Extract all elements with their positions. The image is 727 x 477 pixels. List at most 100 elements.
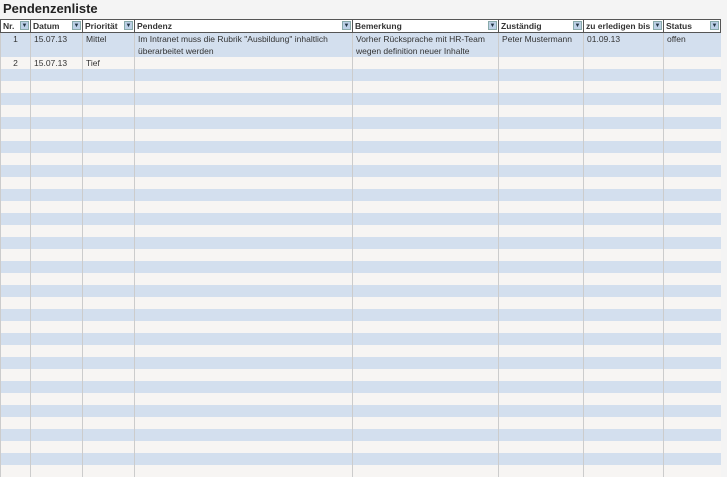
cell-datum[interactable]	[30, 273, 83, 285]
cell-prioritaet[interactable]	[82, 465, 135, 477]
cell-prioritaet[interactable]	[82, 429, 135, 441]
cell-prioritaet[interactable]	[82, 81, 135, 93]
filter-dropdown-icon[interactable]: ▼	[72, 21, 81, 30]
cell-nr[interactable]	[0, 273, 31, 285]
cell-datum[interactable]	[30, 381, 83, 393]
cell-bis[interactable]	[583, 321, 664, 333]
cell-pendenz[interactable]	[134, 189, 353, 201]
cell-nr[interactable]	[0, 117, 31, 129]
cell-prioritaet[interactable]	[82, 405, 135, 417]
cell-status[interactable]	[663, 189, 721, 201]
cell-datum[interactable]	[30, 369, 83, 381]
cell-nr[interactable]	[0, 93, 31, 105]
cell-bis[interactable]	[583, 165, 664, 177]
cell-pendenz[interactable]	[134, 453, 353, 465]
cell-status[interactable]	[663, 153, 721, 165]
cell-status[interactable]	[663, 417, 721, 429]
cell-status[interactable]	[663, 261, 721, 273]
filter-dropdown-icon[interactable]: ▼	[653, 21, 662, 30]
cell-status[interactable]	[663, 105, 721, 117]
cell-zustaendig[interactable]	[498, 273, 584, 285]
cell-pendenz[interactable]	[134, 429, 353, 441]
cell-datum[interactable]	[30, 465, 83, 477]
cell-nr[interactable]	[0, 417, 31, 429]
cell-bemerkung[interactable]	[352, 177, 499, 189]
cell-zustaendig[interactable]	[498, 285, 584, 297]
cell-bis[interactable]	[583, 369, 664, 381]
cell-status[interactable]: offen	[663, 32, 721, 57]
cell-nr[interactable]	[0, 453, 31, 465]
cell-datum[interactable]	[30, 309, 83, 321]
cell-pendenz[interactable]	[134, 261, 353, 273]
cell-bis[interactable]	[583, 333, 664, 345]
cell-status[interactable]	[663, 129, 721, 141]
cell-bis[interactable]	[583, 261, 664, 273]
cell-zustaendig[interactable]	[498, 69, 584, 81]
cell-bis[interactable]	[583, 225, 664, 237]
cell-nr[interactable]	[0, 249, 31, 261]
cell-bis[interactable]	[583, 57, 664, 69]
cell-bis[interactable]	[583, 249, 664, 261]
cell-pendenz[interactable]	[134, 285, 353, 297]
cell-datum[interactable]	[30, 285, 83, 297]
cell-datum[interactable]	[30, 177, 83, 189]
cell-prioritaet[interactable]	[82, 309, 135, 321]
cell-bemerkung[interactable]	[352, 273, 499, 285]
cell-nr[interactable]	[0, 105, 31, 117]
filter-dropdown-icon[interactable]: ▼	[20, 21, 29, 30]
cell-prioritaet[interactable]	[82, 93, 135, 105]
cell-datum[interactable]	[30, 213, 83, 225]
cell-datum[interactable]	[30, 165, 83, 177]
cell-bemerkung[interactable]	[352, 333, 499, 345]
cell-nr[interactable]	[0, 285, 31, 297]
cell-zustaendig[interactable]	[498, 189, 584, 201]
cell-bis[interactable]: 01.09.13	[583, 32, 664, 57]
cell-bemerkung[interactable]: Vorher Rücksprache mit HR-Team wegen def…	[352, 32, 499, 57]
cell-datum[interactable]	[30, 297, 83, 309]
cell-datum[interactable]	[30, 333, 83, 345]
cell-datum[interactable]	[30, 453, 83, 465]
cell-status[interactable]	[663, 201, 721, 213]
cell-bis[interactable]	[583, 189, 664, 201]
cell-nr[interactable]	[0, 237, 31, 249]
cell-nr[interactable]	[0, 261, 31, 273]
cell-prioritaet[interactable]	[82, 141, 135, 153]
cell-zustaendig[interactable]	[498, 141, 584, 153]
cell-status[interactable]	[663, 117, 721, 129]
cell-pendenz[interactable]	[134, 321, 353, 333]
cell-zustaendig[interactable]	[498, 201, 584, 213]
cell-datum[interactable]	[30, 189, 83, 201]
cell-bemerkung[interactable]	[352, 201, 499, 213]
cell-bemerkung[interactable]	[352, 321, 499, 333]
cell-datum[interactable]	[30, 237, 83, 249]
cell-pendenz[interactable]	[134, 465, 353, 477]
cell-pendenz[interactable]	[134, 273, 353, 285]
cell-zustaendig[interactable]	[498, 165, 584, 177]
cell-datum[interactable]	[30, 117, 83, 129]
cell-datum[interactable]	[30, 249, 83, 261]
cell-status[interactable]	[663, 285, 721, 297]
cell-bemerkung[interactable]	[352, 285, 499, 297]
cell-prioritaet[interactable]	[82, 213, 135, 225]
cell-zustaendig[interactable]	[498, 297, 584, 309]
cell-pendenz[interactable]	[134, 141, 353, 153]
cell-bemerkung[interactable]	[352, 189, 499, 201]
cell-zustaendig[interactable]	[498, 357, 584, 369]
cell-pendenz[interactable]	[134, 153, 353, 165]
cell-zustaendig[interactable]	[498, 105, 584, 117]
cell-bemerkung[interactable]	[352, 381, 499, 393]
cell-bis[interactable]	[583, 309, 664, 321]
cell-pendenz[interactable]: Im Intranet muss die Rubrik "Ausbildung"…	[134, 32, 353, 57]
cell-nr[interactable]	[0, 357, 31, 369]
cell-nr[interactable]	[0, 345, 31, 357]
cell-bis[interactable]	[583, 129, 664, 141]
cell-pendenz[interactable]	[134, 177, 353, 189]
cell-zustaendig[interactable]	[498, 417, 584, 429]
cell-nr[interactable]: 1	[0, 32, 31, 57]
cell-nr[interactable]	[0, 189, 31, 201]
cell-datum[interactable]	[30, 429, 83, 441]
cell-zustaendig[interactable]	[498, 225, 584, 237]
cell-bemerkung[interactable]	[352, 105, 499, 117]
cell-prioritaet[interactable]	[82, 453, 135, 465]
cell-status[interactable]	[663, 213, 721, 225]
